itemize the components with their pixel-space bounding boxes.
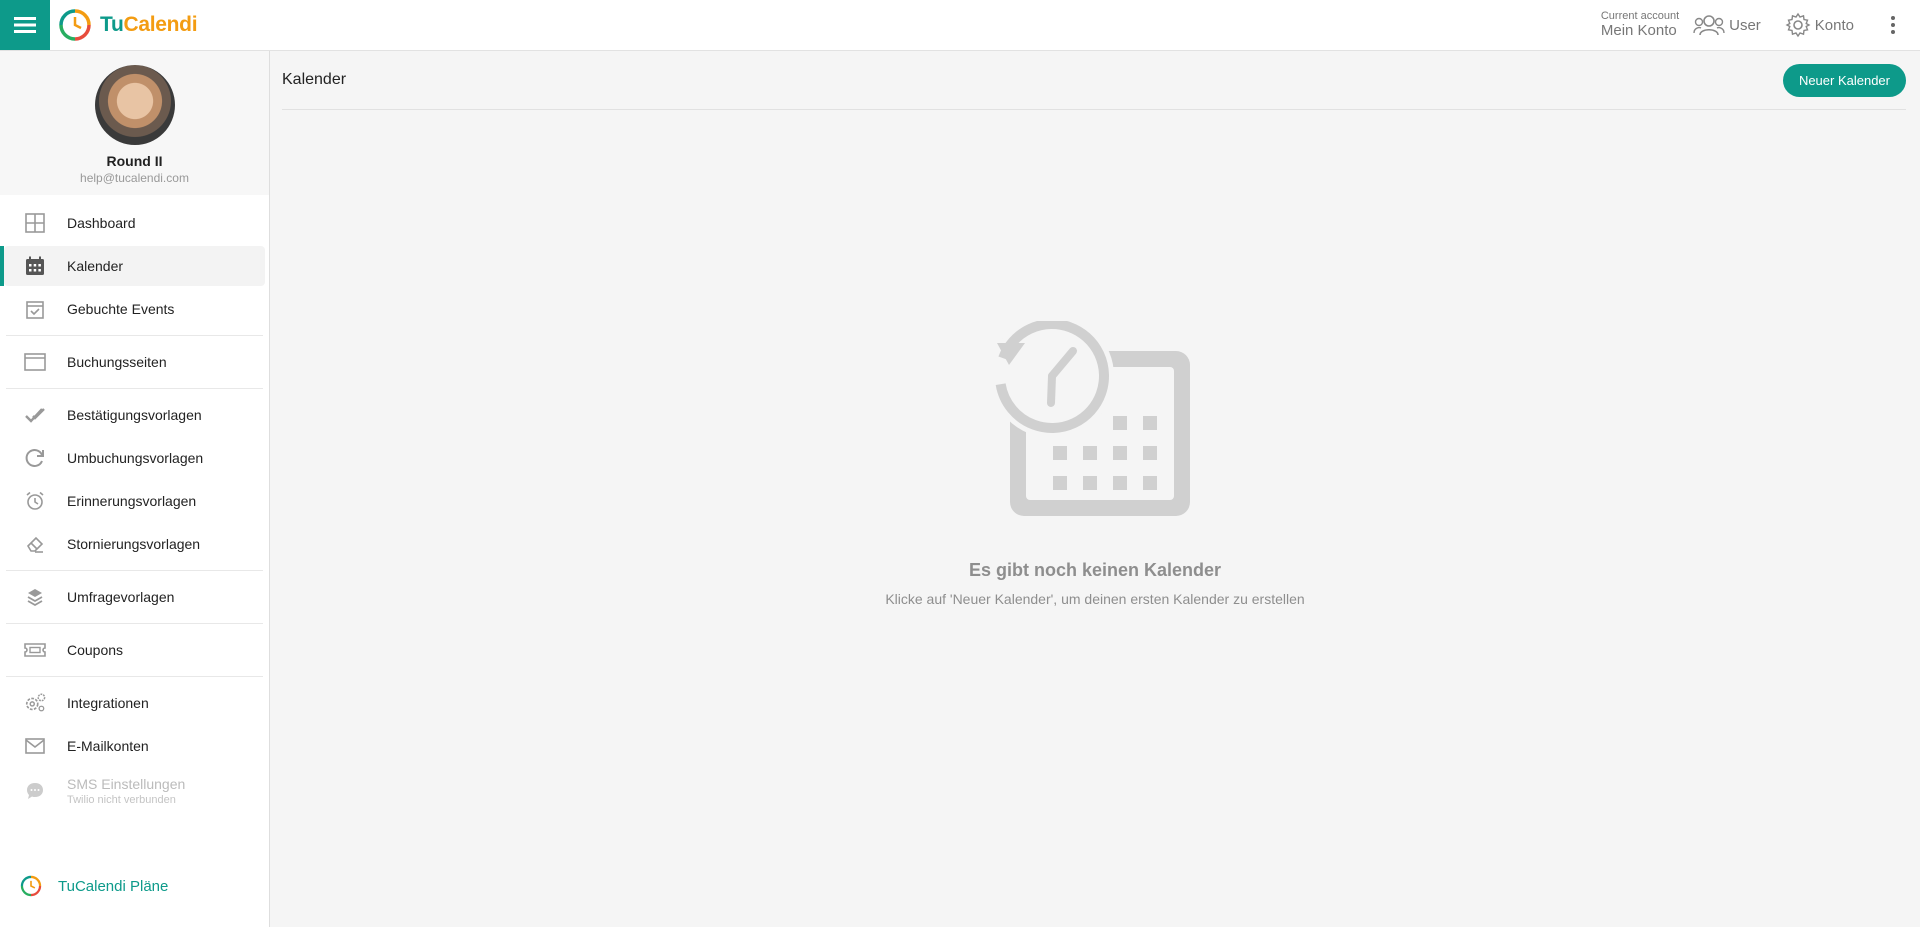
sidebar-item-erinnerungsvorlagen[interactable]: Erinnerungsvorlagen — [4, 481, 265, 521]
sidebar-item-label: Umfragevorlagen — [67, 589, 175, 605]
gear-icon — [1785, 12, 1811, 38]
divider — [6, 570, 263, 571]
sidebar-item-coupons[interactable]: Coupons — [4, 630, 265, 670]
user-label: User — [1729, 16, 1761, 34]
profile-name: Round II — [106, 153, 163, 169]
refresh-icon — [24, 447, 46, 469]
sidebar-item-label: Integrationen — [67, 695, 149, 711]
hamburger-menu-button[interactable] — [0, 0, 50, 50]
calendar-clock-illustration-icon — [990, 314, 1190, 516]
sidebar-item-gebuchte-events[interactable]: Gebuchte Events — [4, 289, 265, 329]
sidebar-item-label: Gebuchte Events — [67, 301, 175, 317]
tucalendi-logo-icon — [20, 875, 42, 897]
user-link[interactable]: User — [1693, 13, 1761, 37]
sidebar: Round II help@tucalendi.com Dashboard Ka… — [0, 51, 270, 927]
sidebar-item-label: Erinnerungsvorlagen — [67, 493, 197, 509]
sidebar-item-umfragevorlagen[interactable]: Umfragevorlagen — [4, 577, 265, 617]
konto-label: Konto — [1814, 16, 1854, 34]
plans-label: TuCalendi Pläne — [58, 877, 169, 895]
divider — [6, 676, 263, 677]
brand-name: TuCalendi — [100, 13, 198, 36]
divider — [6, 623, 263, 624]
layers-icon — [24, 586, 46, 608]
sidebar-item-label: Kalender — [67, 258, 124, 274]
empty-state-title: Es gibt noch keinen Kalender — [968, 560, 1222, 580]
sidebar-item-label: Umbuchungsvorlagen — [67, 450, 204, 466]
sidebar-item-sms-einstellungen: SMS Einstellungen Twilio nicht verbunden — [4, 769, 265, 813]
eraser-icon — [24, 533, 46, 555]
sidebar-item-sublabel: Twilio nicht verbunden — [67, 794, 176, 806]
profile-email: help@tucalendi.com — [80, 171, 189, 185]
account-name: Mein Konto — [1600, 21, 1677, 39]
calendar-check-icon — [24, 298, 46, 320]
tucalendi-plans-link[interactable]: TuCalendi Pläne — [0, 866, 289, 906]
brand-logo[interactable]: TuCalendi — [58, 8, 198, 42]
page-title: Kalender — [282, 71, 347, 88]
sidebar-item-dashboard[interactable]: Dashboard — [4, 203, 265, 243]
sidebar-item-integrationen[interactable]: Integrationen — [4, 683, 265, 723]
new-calendar-button[interactable]: Neuer Kalender — [1782, 63, 1906, 97]
top-bar: TuCalendi Current account Mein Konto Use… — [0, 0, 1920, 51]
sidebar-item-umbuchungsvorlagen[interactable]: Umbuchungsvorlagen — [4, 438, 265, 478]
sidebar-item-buchungsseiten[interactable]: Buchungsseiten — [4, 342, 265, 382]
hamburger-icon — [14, 17, 36, 33]
current-account-switcher[interactable]: Current account Mein Konto — [1601, 11, 1679, 38]
sidebar-item-label: E-Mailkonten — [67, 738, 149, 754]
divider — [6, 388, 263, 389]
grid-icon — [24, 212, 46, 234]
sidebar-item-label: Buchungsseiten — [67, 354, 167, 370]
envelope-icon — [24, 735, 46, 757]
sidebar-item-label: Bestätigungsvorlagen — [67, 407, 202, 423]
main-content: Kalender Neuer Kalender Es gibt noch kei… — [270, 51, 1920, 927]
chat-bubble-icon — [24, 780, 46, 802]
more-options-button[interactable] — [1878, 15, 1908, 35]
empty-state-subtitle: Klicke auf 'Neuer Kalender', um deinen e… — [885, 591, 1305, 607]
users-icon — [1693, 15, 1725, 36]
empty-state: Es gibt noch keinen Kalender Klicke auf … — [270, 314, 1920, 607]
avatar[interactable] — [94, 65, 175, 145]
sidebar-item-label: Coupons — [67, 642, 124, 658]
sidebar-item-stornierungsvorlagen[interactable]: Stornierungsvorlagen — [4, 524, 265, 564]
gears-icon — [24, 692, 46, 714]
sidebar-item-e-mailkonten[interactable]: E-Mailkonten — [4, 726, 265, 766]
vertical-dots-icon — [1891, 16, 1895, 34]
double-check-icon — [24, 404, 46, 426]
sidebar-item-label: SMS Einstellungen — [67, 776, 186, 792]
calendar-icon — [24, 255, 46, 277]
sidebar-item-bestaetigungsvorlagen[interactable]: Bestätigungsvorlagen — [4, 395, 265, 435]
konto-link[interactable]: Konto — [1785, 12, 1854, 38]
alarm-clock-icon — [24, 490, 46, 512]
browser-window-icon — [24, 351, 46, 373]
profile-panel: Round II help@tucalendi.com — [0, 51, 269, 195]
sidebar-item-label: Stornierungsvorlagen — [67, 536, 201, 552]
tucalendi-logo-icon — [59, 9, 91, 41]
divider — [6, 335, 263, 336]
sidebar-item-kalender[interactable]: Kalender — [0, 246, 265, 286]
main-header: Kalender Neuer Kalender — [282, 51, 1906, 110]
sidebar-item-label: Dashboard — [67, 215, 136, 231]
ticket-icon — [24, 639, 46, 661]
